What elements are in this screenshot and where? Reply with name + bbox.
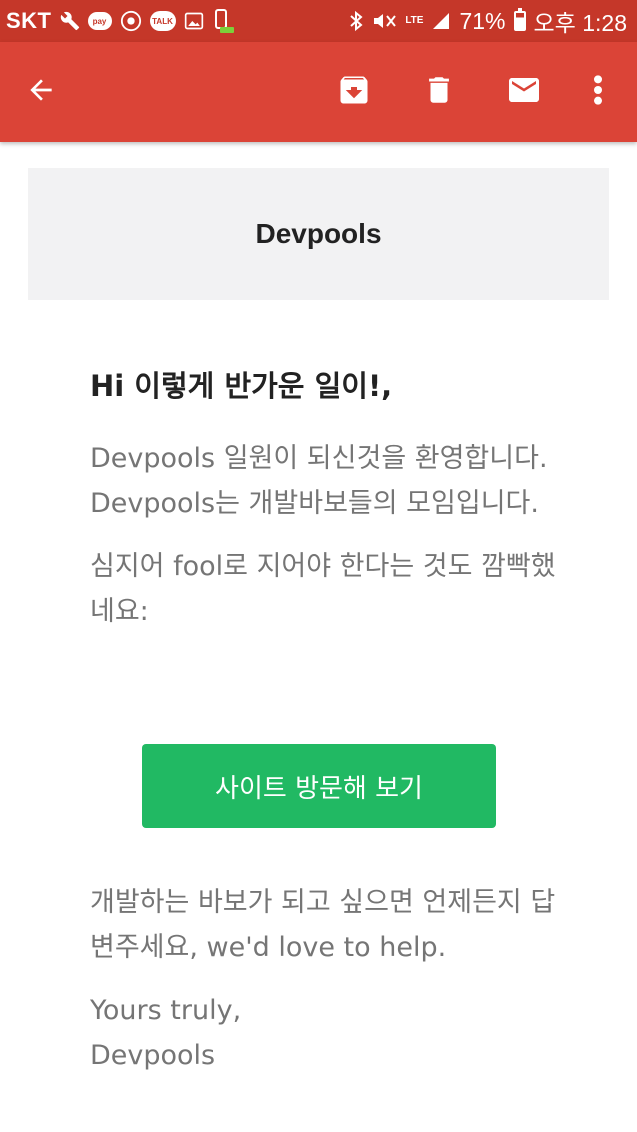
delete-button[interactable] (410, 42, 468, 142)
mail-icon (504, 72, 544, 112)
status-right: LTE 71% 오후 1:28 (349, 4, 627, 38)
status-left: SKT pay TALK (6, 8, 234, 34)
signoff-name: Devpools (90, 1040, 216, 1071)
email-header-banner: Devpools (28, 168, 609, 300)
back-button[interactable] (12, 42, 70, 142)
email-paragraph-help: 개발하는 바보가 되고 싶으면 언제든지 답변주세요, we'd love to… (90, 887, 556, 963)
back-arrow-icon (25, 74, 57, 110)
mark-unread-button[interactable] (494, 42, 554, 142)
lte-icon: LTE (405, 16, 423, 26)
archive-button[interactable] (324, 42, 384, 142)
mute-icon (371, 10, 397, 32)
email-greeting: Hi 이렇게 반가운 일이!, (90, 369, 393, 403)
app-bar (0, 42, 637, 142)
battery-icon (513, 8, 526, 31)
email-footer: 개발하는 바보가 되고 싶으면 언제든지 답변주세요, we'd love to… (90, 880, 560, 1078)
email-paragraph-note: 심지어 fool로 지어야 한다는 것도 깜빡했네요: (90, 551, 556, 627)
phone-lte-icon (212, 9, 234, 33)
status-bar: SKT pay TALK LTE 71% 오후 1:28 (0, 0, 637, 42)
gallery-icon (184, 11, 204, 31)
carrier-label: SKT (6, 8, 52, 33)
visit-site-button[interactable]: 사이트 방문해 보기 (142, 744, 496, 828)
settings-badge-icon (120, 10, 142, 32)
signoff-line: Yours truly, (90, 995, 242, 1026)
email-header-title: Devpools (255, 218, 382, 249)
archive-icon (336, 72, 372, 112)
pay-icon: pay (87, 12, 112, 30)
lte-label: LTE (405, 15, 424, 26)
bluetooth-icon (349, 10, 363, 32)
signal-icon (431, 11, 451, 31)
more-options-button[interactable] (574, 42, 622, 142)
battery-percent: 71% (459, 7, 506, 34)
email-paragraph-welcome: Devpools 일원이 되신것을 환영합니다. Devpools는 개발바보들… (90, 443, 548, 519)
more-vert-icon (592, 74, 604, 110)
email-body: Hi 이렇게 반가운 일이!, Devpools 일원이 되신것을 환영합니다.… (90, 360, 560, 652)
clock: 오후 1:28 (533, 10, 627, 36)
delete-icon (422, 72, 456, 112)
wrench-icon (60, 11, 80, 31)
talk-icon: TALK (149, 11, 176, 31)
cta-wrapper: 사이트 방문해 보기 (142, 744, 496, 828)
